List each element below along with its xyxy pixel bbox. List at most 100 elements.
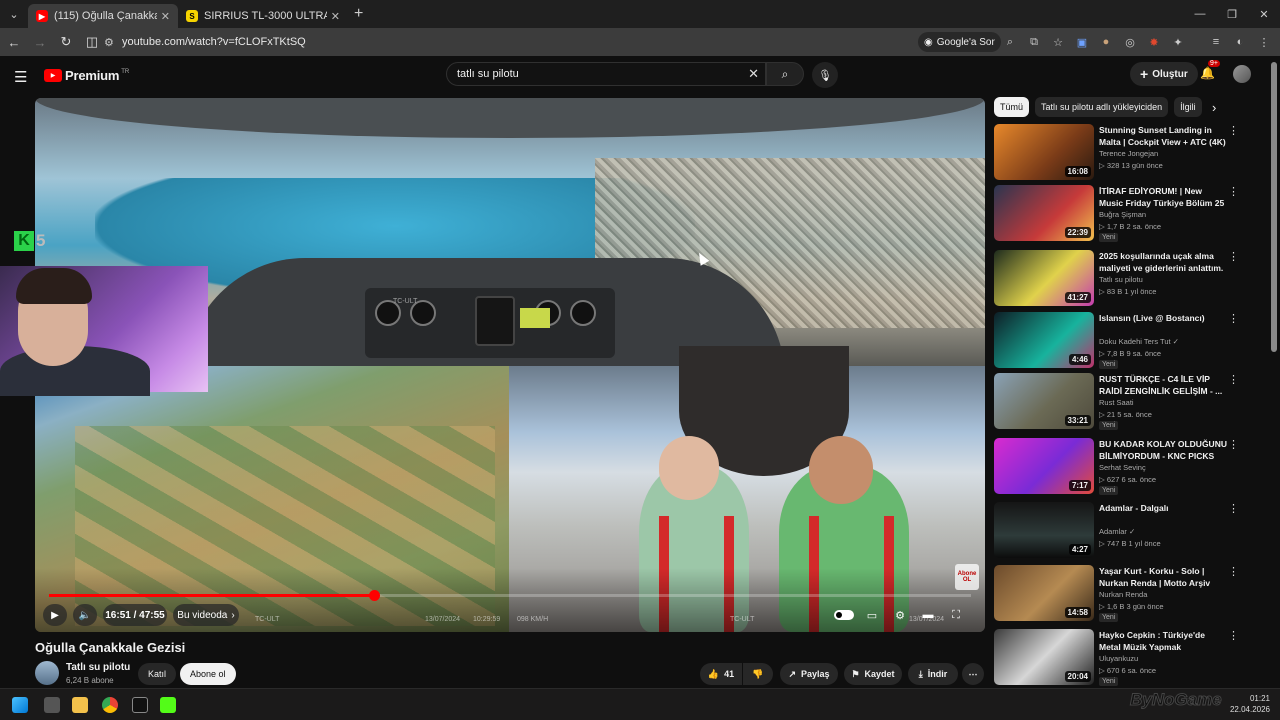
reading-list-icon[interactable]: ≡ <box>1206 32 1226 52</box>
video-thumbnail[interactable]: 16:08 <box>994 124 1094 180</box>
recommendation-channel[interactable]: Rust Saati <box>1099 398 1134 407</box>
video-thumbnail[interactable]: 4:46 <box>994 312 1094 368</box>
youtube-premium-logo[interactable]: ▶ Premium TR <box>44 68 129 83</box>
recommendation-channel[interactable]: Adamlar ✓ <box>1099 527 1135 536</box>
settings-gear-icon[interactable]: ⚙ <box>889 604 911 626</box>
search-input[interactable]: tatlı su pilotu ✕ <box>446 62 766 86</box>
extensions-puzzle-icon[interactable]: ✦ <box>1168 32 1188 52</box>
like-button[interactable]: 👍 41 <box>700 663 742 685</box>
tab-youtube[interactable]: ▶ (115) Oğulla Çanakkale Gezisi - YouTub… <box>28 4 178 28</box>
video-thumbnail[interactable]: 41:27 <box>994 250 1094 306</box>
recommendation-title[interactable]: Adamlar - Dalgalı <box>1099 502 1227 514</box>
video-thumbnail[interactable]: 4:27 <box>994 502 1094 558</box>
recommendation-item[interactable]: 4:46 Islansın (Live @ Bostancı) Doku Kadeh… <box>994 312 1254 372</box>
recommendation-item[interactable]: 22:39 İTİRAF EDİYORUM! | New Music Friday… <box>994 185 1254 245</box>
save-button[interactable]: ⚑ Kaydet <box>844 663 902 685</box>
windows-start-icon[interactable] <box>12 697 28 713</box>
voice-search-button[interactable]: 🎙 <box>812 62 838 88</box>
more-actions-button[interactable]: ⋯ <box>962 663 984 685</box>
recommendation-title[interactable]: BU KADAR KOLAY OLDUĞUNU BİLMİYORDUM - KN… <box>1099 438 1227 462</box>
play-button[interactable]: ▶ <box>43 604 67 626</box>
cast-icon[interactable]: ⧉ <box>1024 32 1044 52</box>
chip-from-uploader[interactable]: Tatlı su pilotu adlı yükleyiciden <box>1035 97 1169 117</box>
task-view-icon[interactable] <box>44 697 60 713</box>
recommendation-title[interactable]: Islansın (Live @ Bostancı) <box>1099 312 1227 324</box>
recommendation-channel[interactable]: Buğra Şişman <box>1099 210 1146 219</box>
video-thumbnail[interactable]: 20:04 <box>994 629 1094 685</box>
split-view-icon[interactable]: ◫ <box>80 30 104 54</box>
more-vertical-icon[interactable]: ⋮ <box>1228 629 1239 642</box>
chip-all[interactable]: Tümü <box>994 97 1030 117</box>
close-tab-icon[interactable]: ✕ <box>331 10 340 23</box>
browser-menu-icon[interactable]: ⋮ <box>1254 32 1274 52</box>
google-ask-button[interactable]: ◉ Google'a Sor <box>918 32 1001 52</box>
download-button[interactable]: ⤓ İndir <box>908 663 958 685</box>
clear-search-icon[interactable]: ✕ <box>748 66 759 82</box>
extension-cookie-icon[interactable]: ● <box>1096 32 1116 52</box>
close-tab-icon[interactable]: ✕ <box>161 10 170 23</box>
recommendation-item[interactable]: 20:04 Hayko Cepkin : Türkiye'de Metal Müz… <box>994 629 1254 689</box>
file-explorer-icon[interactable] <box>72 697 88 713</box>
profile-icon[interactable]: ◐ <box>1230 32 1250 52</box>
chrome-icon[interactable] <box>102 697 118 713</box>
new-tab-plus-icon[interactable]: + <box>354 5 363 23</box>
recommendation-channel[interactable]: Uluyankuzu <box>1099 654 1138 663</box>
recommendation-title[interactable]: RUST TÜRKÇE - C4 İLE VİP RAİDİ ZENGİNLİK… <box>1099 373 1227 397</box>
chips-next-chevron-icon[interactable]: › <box>1212 100 1216 115</box>
recommendation-title[interactable]: Yaşar Kurt - Korku - Solo | Nurkan Renda… <box>1099 565 1227 589</box>
autoplay-toggle[interactable] <box>833 604 855 626</box>
video-thumbnail[interactable]: 33:21 <box>994 373 1094 429</box>
join-button[interactable]: Katıl <box>138 663 177 685</box>
channel-avatar[interactable] <box>35 661 59 685</box>
translate-icon[interactable]: ▣ <box>1072 32 1092 52</box>
scrubber-handle[interactable] <box>368 590 380 601</box>
fullscreen-icon[interactable]: ⛶ <box>945 604 967 626</box>
video-thumbnail[interactable]: 14:58 <box>994 565 1094 621</box>
more-vertical-icon[interactable]: ⋮ <box>1228 373 1239 386</box>
recommendation-item[interactable]: 16:08 Stunning Sunset Landing in Malta | … <box>994 124 1254 184</box>
subtitles-icon[interactable]: ▭ <box>861 604 883 626</box>
recommendation-item[interactable]: 33:21 RUST TÜRKÇE - C4 İLE VİP RAİDİ ZENG… <box>994 373 1254 433</box>
recommendation-title[interactable]: 2025 koşullarında uçak alma maliyeti ve … <box>1099 250 1227 274</box>
forward-arrow-icon[interactable]: → <box>28 30 52 54</box>
hamburger-menu-icon[interactable]: ☰ <box>14 68 27 86</box>
recommendation-channel[interactable]: Serhat Sevinç <box>1099 463 1146 472</box>
minimize-icon[interactable]: — <box>1184 0 1216 28</box>
recommendation-item[interactable]: 41:27 2025 koşullarında uçak alma maliyet… <box>994 250 1254 310</box>
search-button[interactable]: ⌕ <box>766 62 804 86</box>
url-field[interactable]: ⚙ youtube.com/watch?v=fCLOFxTKtSQ <box>104 31 904 53</box>
extension-red-icon[interactable]: ✸ <box>1144 32 1164 52</box>
theater-mode-icon[interactable]: ▬ <box>917 604 939 626</box>
recommendation-channel[interactable]: Nurkan Renda <box>1099 590 1147 599</box>
more-vertical-icon[interactable]: ⋮ <box>1228 438 1239 451</box>
recommendation-channel[interactable]: Tatlı su pilotu <box>1099 275 1143 284</box>
maximize-icon[interactable]: ❐ <box>1216 0 1248 28</box>
audio-app-icon[interactable] <box>132 697 148 713</box>
recommendation-channel[interactable]: Terence Jongejan <box>1099 149 1158 158</box>
share-button[interactable]: ↗ Paylaş <box>780 663 838 685</box>
channel-name[interactable]: Tatlı su pilotu <box>66 662 130 673</box>
site-info-icon[interactable]: ⚙ <box>104 36 122 49</box>
more-vertical-icon[interactable]: ⋮ <box>1228 185 1239 198</box>
close-window-icon[interactable]: ✕ <box>1248 0 1280 28</box>
recommendation-item[interactable]: 7:17 BU KADAR KOLAY OLDUĞUNU BİLMİYORDUM … <box>994 438 1254 498</box>
chapter-button[interactable]: Bu videoda › <box>173 604 239 626</box>
video-thumbnail[interactable]: 7:17 <box>994 438 1094 494</box>
chip-related[interactable]: İlgili <box>1174 97 1202 117</box>
more-vertical-icon[interactable]: ⋮ <box>1228 312 1239 325</box>
reload-icon[interactable]: ↻ <box>54 30 78 54</box>
account-avatar[interactable] <box>1233 65 1251 83</box>
recommendation-item[interactable]: 14:58 Yaşar Kurt - Korku - Solo | Nurkan … <box>994 565 1254 625</box>
recommendation-title[interactable]: Stunning Sunset Landing in Malta | Cockp… <box>1099 124 1227 148</box>
back-arrow-icon[interactable]: ← <box>2 30 26 54</box>
zoom-icon[interactable]: ⌕ <box>1000 32 1020 52</box>
kick-app-icon[interactable] <box>160 697 176 713</box>
recommendation-title[interactable]: Hayko Cepkin : Türkiye'de Metal Müzik Ya… <box>1099 629 1227 653</box>
tab-sirrius[interactable]: S SIRRIUS TL-3000 ULTRALIGHT UÇAK ✕ <box>178 4 348 28</box>
volume-button[interactable]: 🔈 <box>73 604 97 626</box>
create-button[interactable]: + Oluştur <box>1130 62 1198 86</box>
recommendation-item[interactable]: 4:27 Adamlar - Dalgalı Adamlar ✓ ▷ 747 B 1 … <box>994 502 1254 562</box>
dislike-button[interactable]: 👎 <box>743 663 773 685</box>
system-clock[interactable]: 01:21 22.04.2026 <box>1230 693 1270 715</box>
tab-search-icon[interactable]: ⌄ <box>0 0 28 28</box>
